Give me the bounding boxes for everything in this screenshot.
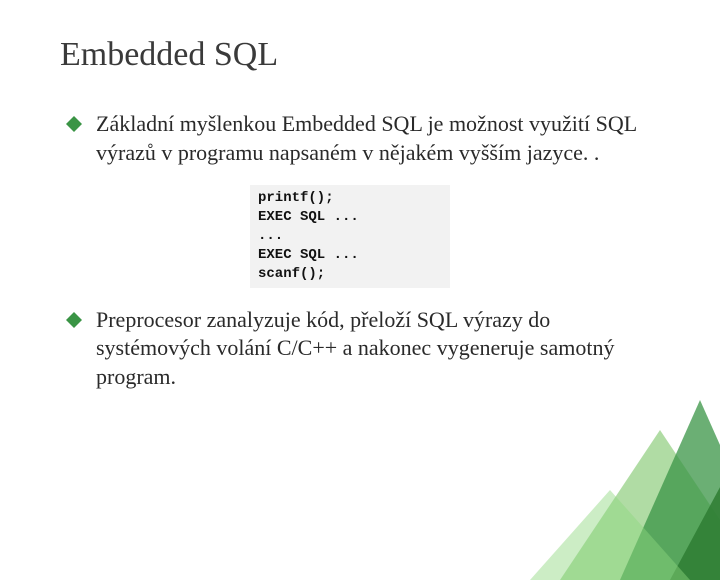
page-title: Embedded SQL [60,36,660,74]
corner-decoration [500,360,720,580]
bullet-item: Základní myšlenkou Embedded SQL je možno… [60,110,660,167]
diamond-icon [66,116,82,132]
bullet-item: Preprocesor zanalyzuje kód, přeloží SQL … [60,306,660,392]
code-block: printf(); EXEC SQL ... ... EXEC SQL ... … [250,185,450,287]
diamond-icon [66,312,82,328]
slide: Embedded SQL Základní myšlenkou Embedded… [0,0,720,391]
bullet-text: Základní myšlenkou Embedded SQL je možno… [96,110,660,167]
bullet-text: Preprocesor zanalyzuje kód, přeloží SQL … [96,306,660,392]
